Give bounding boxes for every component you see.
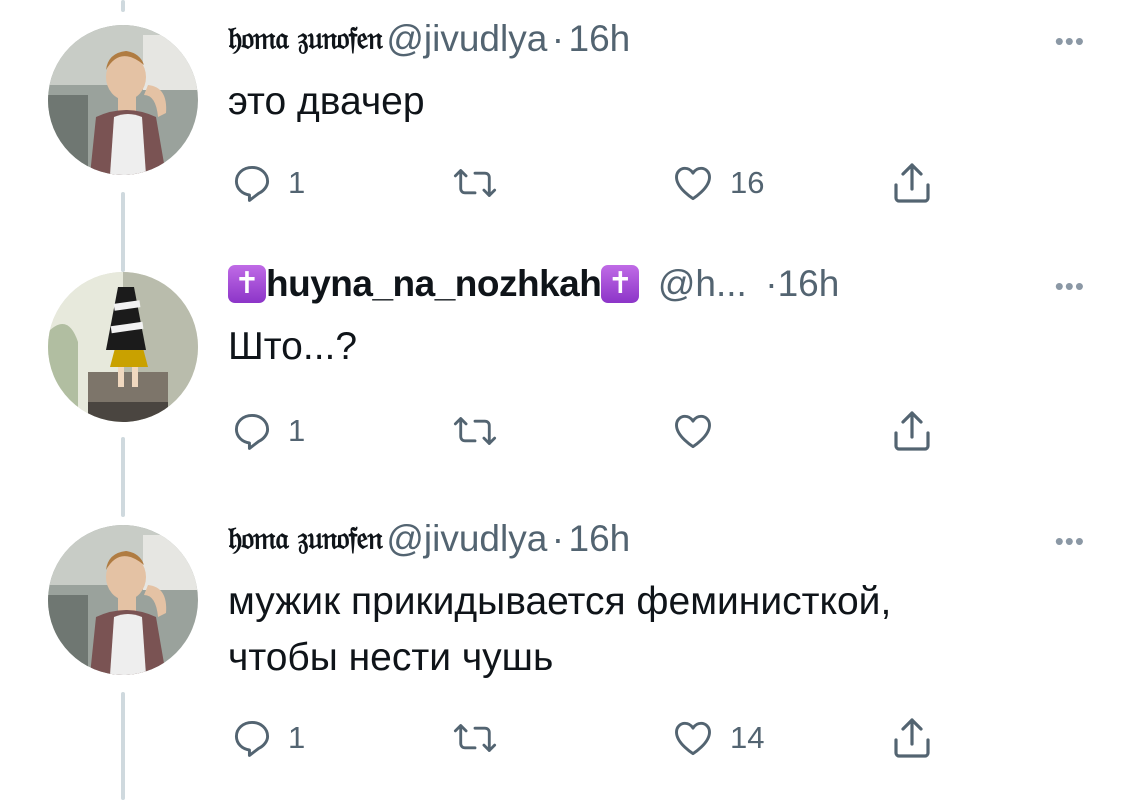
- tweet[interactable]: 𝔥𝔬𝔪𝔞 𝔷𝔲𝔫𝔬𝔣𝔢𝔫 @jivudlya · 16h ••• мужик п…: [0, 500, 1125, 800]
- user-handle[interactable]: @jivudlya: [386, 18, 547, 59]
- separator-dot: ·: [765, 263, 778, 304]
- timestamp[interactable]: 16h: [569, 518, 631, 559]
- retweet-button[interactable]: [450, 713, 514, 763]
- cross-emoji-icon: ✝: [228, 265, 266, 303]
- share-icon: [894, 718, 930, 758]
- user-handle[interactable]: @jivudlya: [386, 518, 547, 559]
- display-name[interactable]: 𝔥𝔬𝔪𝔞 𝔷𝔲𝔫𝔬𝔣𝔢𝔫: [228, 521, 383, 557]
- tweet-header: ✝ huyna_na_nozhkah ✝ @h... ·16h •••: [228, 263, 1085, 319]
- reply-icon: [234, 165, 270, 202]
- retweet-icon: [453, 724, 497, 752]
- tweet-header: 𝔥𝔬𝔪𝔞 𝔷𝔲𝔫𝔬𝔣𝔢𝔫 @jivudlya · 16h •••: [228, 518, 1085, 574]
- timestamp[interactable]: 16h: [778, 263, 840, 304]
- reply-button[interactable]: 1: [230, 158, 305, 208]
- tweet[interactable]: 𝔥𝔬𝔪𝔞 𝔷𝔲𝔫𝔬𝔣𝔢𝔫 @jivudlya · 16h ••• это два…: [0, 0, 1125, 230]
- tweet-text: Што...?: [228, 325, 358, 368]
- display-name[interactable]: huyna_na_nozhkah: [266, 263, 602, 304]
- tweet-text-line: мужик прикидывается феминисткой,: [228, 580, 892, 623]
- display-name[interactable]: 𝔥𝔬𝔪𝔞 𝔷𝔲𝔫𝔬𝔣𝔢𝔫: [228, 21, 383, 57]
- avatar[interactable]: [48, 525, 198, 675]
- share-button[interactable]: [888, 713, 936, 763]
- avatar[interactable]: [48, 25, 198, 175]
- share-button[interactable]: [888, 158, 936, 208]
- retweet-button[interactable]: [450, 406, 514, 456]
- like-count: 16: [730, 165, 765, 200]
- tweet-header: 𝔥𝔬𝔪𝔞 𝔷𝔲𝔫𝔬𝔣𝔢𝔫 @jivudlya · 16h •••: [228, 18, 1085, 74]
- reply-count: 1: [288, 720, 306, 755]
- like-button[interactable]: [670, 406, 730, 456]
- reply-icon: [234, 413, 270, 450]
- avatar-photo: [48, 272, 198, 422]
- more-icon[interactable]: •••: [1055, 26, 1085, 57]
- tweet-text: мужик прикидывается феминисткой, чтобы н…: [228, 574, 1085, 686]
- like-button[interactable]: 16: [670, 158, 764, 208]
- separator-dot: ·: [551, 518, 565, 559]
- reply-button[interactable]: 1: [230, 406, 305, 456]
- like-icon: [675, 166, 711, 201]
- action-bar: 1 14: [228, 713, 948, 763]
- separator-dot: ·: [551, 18, 565, 59]
- like-icon: [675, 414, 711, 449]
- avatar[interactable]: [48, 272, 198, 422]
- like-button[interactable]: 14: [670, 713, 764, 763]
- tweet[interactable]: ✝ huyna_na_nozhkah ✝ @h... ·16h ••• Што...…: [0, 245, 1125, 485]
- more-icon[interactable]: •••: [1055, 271, 1085, 302]
- retweet-button[interactable]: [450, 158, 514, 208]
- reply-button[interactable]: 1: [230, 713, 305, 763]
- tweet-text: это двачер: [228, 80, 425, 123]
- like-count: 14: [730, 720, 765, 755]
- timestamp[interactable]: 16h: [569, 18, 631, 59]
- share-icon: [894, 411, 930, 451]
- share-button[interactable]: [888, 406, 936, 456]
- more-icon[interactable]: •••: [1055, 526, 1085, 557]
- reply-count: 1: [288, 413, 306, 448]
- reply-icon: [234, 720, 270, 757]
- retweet-icon: [453, 417, 497, 445]
- tweet-text-line: чтобы нести чушь: [228, 636, 554, 679]
- action-bar: 1: [228, 406, 948, 456]
- user-handle[interactable]: @h...: [658, 263, 747, 304]
- action-bar: 1 16: [228, 158, 948, 208]
- retweet-icon: [453, 169, 497, 197]
- reply-count: 1: [288, 165, 306, 200]
- share-icon: [894, 163, 930, 203]
- avatar-photo: [48, 525, 198, 675]
- like-icon: [675, 721, 711, 756]
- avatar-photo: [48, 25, 198, 175]
- cross-emoji-icon: ✝: [601, 265, 640, 303]
